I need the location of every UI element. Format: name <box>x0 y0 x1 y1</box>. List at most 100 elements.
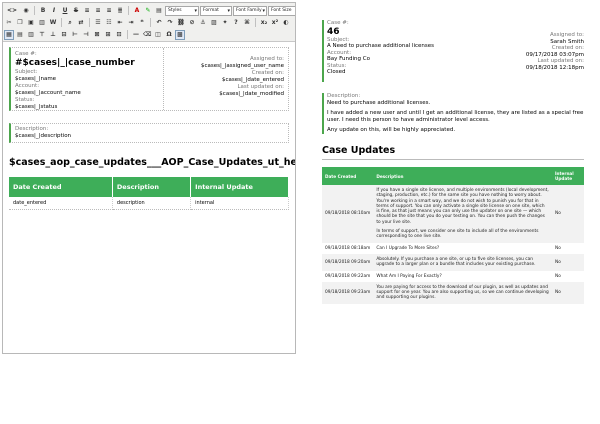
align-right-icon[interactable]: ≡ <box>104 6 114 16</box>
toolbar-row-3: ▦ ▤ ▥ ⊤ ⊥ ⊟ ⊢ ⊣ ⊠ ⊞ ⊡ — ⌫ ◫ Ω ▩ <box>4 29 185 40</box>
editor-content[interactable]: Case #: #$cases|_|case_number Subject: $… <box>3 42 295 214</box>
undo-icon[interactable]: ↶ <box>154 18 164 28</box>
cell-props-icon[interactable]: ▥ <box>26 30 36 40</box>
case-updates-table: Date Created Description Internal Update… <box>322 167 584 304</box>
italic-icon[interactable]: I <box>49 6 59 16</box>
html-icon[interactable]: ⌘ <box>242 18 252 28</box>
anchor-icon[interactable]: ⚓ <box>198 18 208 28</box>
text-color-icon[interactable]: A <box>132 6 142 16</box>
font-size-dropdown[interactable]: Font Size <box>268 5 295 16</box>
outdent-icon[interactable]: ⇤ <box>115 18 125 28</box>
image-icon[interactable]: ▤ <box>154 6 164 16</box>
align-center-icon[interactable]: ≡ <box>93 6 103 16</box>
description-cell: Absolutely. If you purchase a one site, … <box>373 253 552 271</box>
strikethrough-icon[interactable]: S <box>71 6 81 16</box>
table-row: 09/18/2018 09:20am Absolutely. If you pu… <box>322 253 584 271</box>
link-icon[interactable]: ⛓ <box>176 18 186 28</box>
unlink-icon[interactable]: ⊘ <box>187 18 197 28</box>
table-cell: internal <box>190 197 289 210</box>
separator <box>89 18 90 27</box>
subscript-icon[interactable]: x₂ <box>259 18 269 28</box>
help-icon[interactable]: ? <box>231 18 241 28</box>
highlight-icon[interactable]: ✎ <box>143 6 153 16</box>
horizontal-rule-icon[interactable]: — <box>131 30 141 40</box>
find-icon[interactable]: ⌕ <box>65 18 75 28</box>
table-row: 09/18/2018 08:10am If you have a single … <box>322 185 584 243</box>
copy-icon[interactable]: ❐ <box>15 18 25 28</box>
superscript-icon[interactable]: x² <box>270 18 280 28</box>
table-row: 09/18/2018 09:23am You are paying for ac… <box>322 281 584 304</box>
date-cell: 09/18/2018 09:22am <box>322 270 374 282</box>
cut-icon[interactable]: ✂ <box>4 18 14 28</box>
justify-icon[interactable]: ≣ <box>115 6 125 16</box>
split-cells-icon[interactable]: ⊞ <box>103 30 113 40</box>
case-info-card: Case #: #$cases|_|case_number Subject: $… <box>9 47 289 111</box>
bullet-list-icon[interactable]: ☰ <box>93 18 103 28</box>
special-char-icon[interactable]: Ω <box>164 30 174 40</box>
insert-col-after-icon[interactable]: ⊣ <box>81 30 91 40</box>
media-icon[interactable]: ▩ <box>175 29 185 40</box>
insert-row-after-icon[interactable]: ⊥ <box>48 30 58 40</box>
format-dropdown[interactable]: Format <box>200 5 232 16</box>
table-row: 09/18/2018 08:18am Can I Upgrade To More… <box>322 242 584 254</box>
underline-icon[interactable]: U <box>60 6 70 16</box>
updated-value: 09/18/2018 12:18pm <box>525 64 584 71</box>
replace-icon[interactable]: ⇄ <box>76 18 86 28</box>
template-editor[interactable]: <> ◉ B I U S ≡ ≡ ≡ ≣ A ✎ ▤ Styles Format… <box>2 2 296 354</box>
table-header: Description <box>373 167 552 185</box>
redo-icon[interactable]: ↷ <box>165 18 175 28</box>
delete-col-icon[interactable]: ⊠ <box>92 30 102 40</box>
assigned-label: Assigned to: <box>250 56 284 62</box>
bold-icon[interactable]: B <box>38 6 48 16</box>
description-label: Description: <box>327 93 361 99</box>
editor-toolbar: <> ◉ B I U S ≡ ≡ ≡ ≣ A ✎ ▤ Styles Format… <box>3 3 295 42</box>
delete-row-icon[interactable]: ⊟ <box>59 30 69 40</box>
paste-icon[interactable]: ▣ <box>26 18 36 28</box>
case-updates-heading: Case Updates <box>322 145 584 160</box>
blockquote-icon[interactable]: ❝ <box>137 18 147 28</box>
created-label: Created on: <box>251 70 284 76</box>
table-header-row: Date Created Description Internal Update <box>9 177 289 197</box>
visual-aid-icon[interactable]: ◫ <box>153 30 163 40</box>
separator <box>128 6 129 15</box>
table-header: Internal Update <box>552 167 584 185</box>
table-icon[interactable]: ▦ <box>4 29 14 40</box>
description-value: $cases|_|description <box>15 133 72 139</box>
merge-cells-icon[interactable]: ⊡ <box>114 30 124 40</box>
remove-format-icon[interactable]: ⌫ <box>142 30 152 40</box>
case-meta: Assigned to: Sarah Smith Created on: 09/… <box>464 20 584 71</box>
cleanup-icon[interactable]: ✦ <box>220 18 230 28</box>
case-updates-heading: $cases_aop_case_updates___AOP_Case_Updat… <box>9 157 296 168</box>
date-cell: 09/18/2018 08:18am <box>322 242 374 254</box>
case-meta: Assigned to: $cases|_|assigned_user_name… <box>163 48 288 110</box>
insert-row-before-icon[interactable]: ⊤ <box>37 30 47 40</box>
description-cell: Can I Upgrade To More Sites? <box>373 242 552 254</box>
styles-dropdown[interactable]: Styles <box>165 5 199 16</box>
source-code-icon[interactable]: <> <box>4 6 20 16</box>
description-paragraph: Need to purchase additional licenses. <box>327 100 431 106</box>
internal-cell: No <box>552 281 584 304</box>
paste-word-icon[interactable]: W <box>48 18 58 28</box>
row-props-icon[interactable]: ▤ <box>15 30 25 40</box>
separator <box>255 18 256 27</box>
indent-icon[interactable]: ⇥ <box>126 18 136 28</box>
align-left-icon[interactable]: ≡ <box>82 6 92 16</box>
toolbar-row-1: <> ◉ B I U S ≡ ≡ ≡ ≣ A ✎ ▤ Styles Format… <box>4 5 295 16</box>
paste-text-icon[interactable]: ▥ <box>37 18 47 28</box>
date-cell: 09/18/2018 09:20am <box>322 253 374 271</box>
table-row: date_entered description internal <box>9 197 289 210</box>
color-picker-icon[interactable]: ◐ <box>281 18 291 28</box>
table-cell: description <box>112 197 192 210</box>
update-text: What Am I Paying For Exactly? <box>376 273 442 279</box>
internal-cell: No <box>552 185 584 243</box>
case-updates-table: Date Created Description Internal Update… <box>9 177 289 210</box>
toolbar-row-2: ✂ ❐ ▣ ▥ W ⌕ ⇄ ☰ ☷ ⇤ ⇥ ❝ ↶ ↷ ⛓ ⊘ ⚓ ▨ ✦ ? … <box>4 17 291 28</box>
font-family-dropdown[interactable]: Font Family <box>233 5 267 16</box>
insert-image-icon[interactable]: ▨ <box>209 18 219 28</box>
numbered-list-icon[interactable]: ☷ <box>104 18 114 28</box>
insert-col-before-icon[interactable]: ⊢ <box>70 30 80 40</box>
description-block: Description: Need to purchase additional… <box>322 93 584 134</box>
email-preview: Case #: 46 Subject: A Need to purchase a… <box>322 20 584 304</box>
preview-icon[interactable]: ◉ <box>21 6 31 16</box>
table-header: Description <box>112 177 192 197</box>
